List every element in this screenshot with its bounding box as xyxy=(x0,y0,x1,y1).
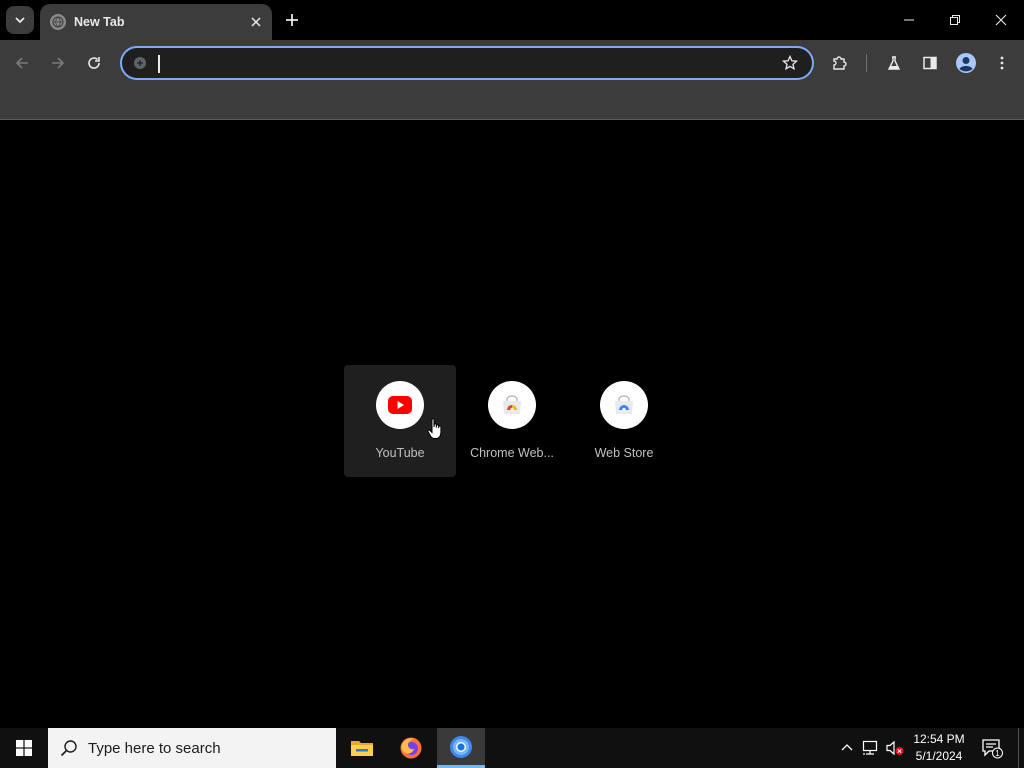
extensions-button[interactable] xyxy=(826,49,854,77)
tray-overflow-button[interactable] xyxy=(837,738,857,758)
notification-icon: 1 xyxy=(982,739,1003,759)
start-button[interactable] xyxy=(0,728,48,768)
firefox-icon xyxy=(400,737,422,759)
tab-search-button[interactable] xyxy=(6,6,34,34)
volume-muted-icon xyxy=(886,740,904,756)
forward-button[interactable] xyxy=(44,49,72,77)
close-window-button[interactable] xyxy=(978,0,1024,40)
minimize-icon xyxy=(904,19,914,21)
taskbar-file-explorer[interactable] xyxy=(338,728,386,768)
new-tab-page: YouTube Chrome Web... Web Store xyxy=(0,121,1024,728)
shortcut-label: YouTube xyxy=(375,446,425,460)
text-caret xyxy=(158,55,160,73)
clock-time: 12:54 PM xyxy=(913,732,965,746)
clock-date: 5/1/2024 xyxy=(915,749,963,763)
puzzle-icon xyxy=(833,56,847,70)
taskbar-search-box[interactable]: Type here to search xyxy=(48,728,336,768)
reload-button[interactable] xyxy=(80,49,108,77)
taskbar-search-placeholder: Type here to search xyxy=(88,739,221,757)
plus-icon xyxy=(286,14,298,26)
network-icon xyxy=(862,740,878,755)
shortcut-label: Web Store xyxy=(594,446,654,460)
chrome-icon xyxy=(450,735,472,758)
address-bar[interactable] xyxy=(120,46,814,80)
bookmarks-bar-area xyxy=(0,86,1024,120)
menu-button[interactable] xyxy=(988,49,1016,77)
globe-icon xyxy=(50,14,66,30)
network-button[interactable] xyxy=(861,738,881,758)
tab-strip: New Tab xyxy=(0,0,1024,40)
youtube-icon xyxy=(376,381,424,429)
chrome-web-store-icon xyxy=(488,381,536,429)
tab-title: New Tab xyxy=(74,15,125,29)
search-icon xyxy=(60,740,77,757)
close-icon xyxy=(995,14,1007,26)
file-explorer-icon xyxy=(351,741,373,756)
side-panel-button[interactable] xyxy=(916,49,944,77)
shortcut-web-store[interactable]: Web Store xyxy=(568,365,680,477)
tab-new-tab[interactable]: New Tab xyxy=(40,4,272,40)
reload-icon xyxy=(88,57,100,69)
tab-close-button[interactable] xyxy=(246,12,266,32)
show-desktop-button[interactable] xyxy=(1018,728,1024,768)
arrow-right-icon xyxy=(52,57,65,69)
notification-center-button[interactable]: 1 xyxy=(980,736,1004,760)
side-panel-icon xyxy=(923,56,937,70)
taskbar-clock[interactable]: 12:54 PM 5/1/2024 xyxy=(906,731,972,765)
arrow-left-icon xyxy=(15,57,28,69)
new-tab-button[interactable] xyxy=(280,8,304,32)
browser-toolbar xyxy=(0,40,1024,86)
shortcut-label: Chrome Web... xyxy=(470,446,554,460)
star-icon xyxy=(782,55,798,71)
flask-icon xyxy=(887,56,901,70)
hand-cursor-icon xyxy=(427,418,442,439)
chevron-up-icon xyxy=(841,744,853,751)
more-vert-icon xyxy=(1000,56,1004,70)
minimize-button[interactable] xyxy=(886,0,932,40)
shortcut-chrome-web-store[interactable]: Chrome Web... xyxy=(456,365,568,477)
taskbar-firefox[interactable] xyxy=(387,728,435,768)
taskbar-chrome[interactable] xyxy=(437,728,485,768)
volume-button[interactable] xyxy=(885,738,905,758)
chevron-down-icon xyxy=(15,17,25,24)
labs-button[interactable] xyxy=(880,49,908,77)
address-input[interactable] xyxy=(148,48,776,78)
bookmark-star-button[interactable] xyxy=(776,49,804,77)
windows-taskbar: Type here to search 12:54 PM 5/1/2024 1 xyxy=(0,728,1024,768)
search-engine-icon xyxy=(132,55,148,71)
close-icon xyxy=(251,17,261,27)
windows-logo-icon xyxy=(16,740,32,756)
toolbar-divider xyxy=(866,54,867,72)
profile-button[interactable] xyxy=(952,49,980,77)
restore-icon xyxy=(950,15,960,25)
back-button[interactable] xyxy=(8,49,36,77)
notification-count: 1 xyxy=(995,749,1000,758)
avatar-icon xyxy=(956,53,976,73)
web-store-icon xyxy=(600,381,648,429)
restore-button[interactable] xyxy=(932,0,978,40)
